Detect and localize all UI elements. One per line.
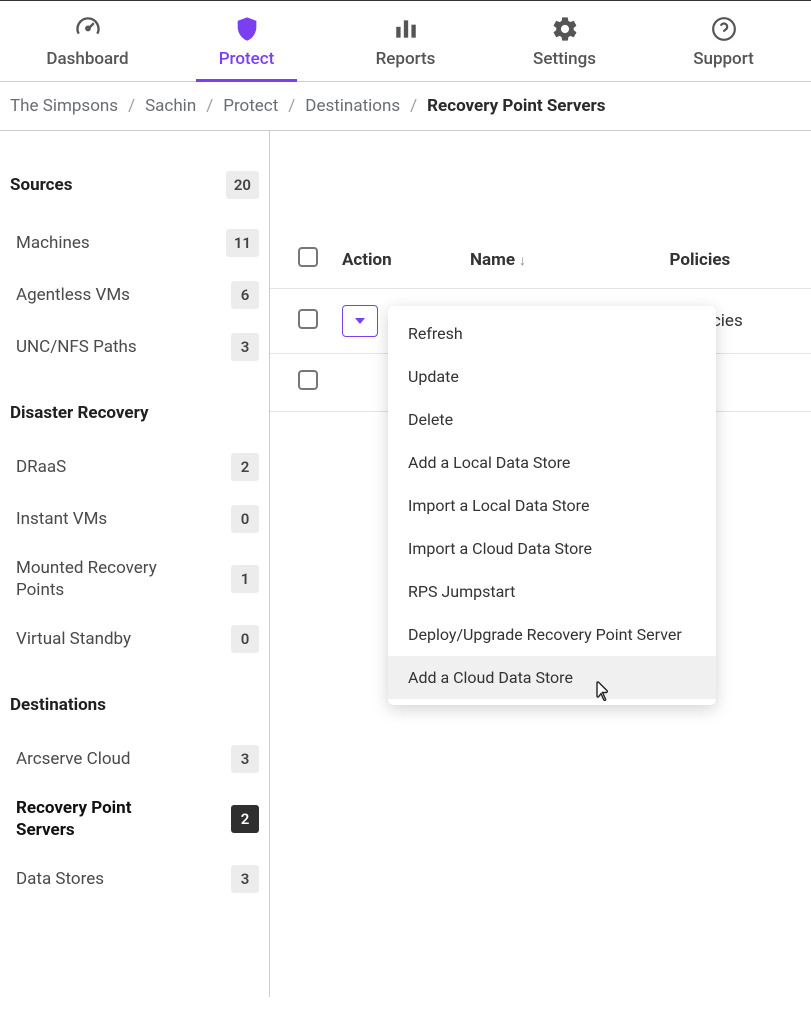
breadcrumb-item[interactable]: Protect (223, 96, 278, 116)
sidebar-item-machines[interactable]: Machines 11 (10, 217, 259, 269)
sidebar-item-label: Machines (16, 232, 90, 254)
count-badge: 11 (226, 229, 259, 257)
tab-label: Support (693, 49, 754, 69)
menu-deploy-upgrade-rps[interactable]: Deploy/Upgrade Recovery Point Server (388, 613, 716, 656)
menu-delete[interactable]: Delete (388, 398, 716, 441)
count-badge: 1 (231, 565, 259, 593)
count-badge: 20 (226, 171, 259, 199)
breadcrumb-item[interactable]: The Simpsons (10, 96, 118, 116)
sidebar-section-title: Destinations (10, 695, 106, 715)
menu-add-local-data-store[interactable]: Add a Local Data Store (388, 441, 716, 484)
breadcrumb-sep: / (288, 96, 295, 116)
breadcrumb-sep: / (410, 96, 417, 116)
tab-label: Reports (376, 49, 436, 69)
shield-icon (233, 15, 261, 43)
row-checkbox[interactable] (298, 309, 318, 329)
row-action-menu: Refresh Update Delete Add a Local Data S… (388, 306, 716, 705)
tab-protect[interactable]: Protect (167, 1, 326, 81)
tab-label: Dashboard (46, 49, 128, 69)
breadcrumb-item[interactable]: Destinations (305, 96, 400, 116)
sidebar-item-label: Instant VMs (16, 508, 107, 530)
tab-support[interactable]: Support (644, 1, 803, 81)
main-area: Action Name↓ Policies 10.55.13.194 (270, 131, 811, 997)
sidebar-item-unc-nfs-paths[interactable]: UNC/NFS Paths 3 (10, 321, 259, 373)
menu-add-cloud-data-store[interactable]: Add a Cloud Data Store (388, 656, 716, 699)
sidebar-item-label: Virtual Standby (16, 628, 131, 650)
breadcrumb-current: Recovery Point Servers (427, 96, 605, 116)
sidebar-item-label: DRaaS (16, 456, 66, 478)
count-badge: 2 (231, 805, 259, 833)
sidebar-item-label: UNC/NFS Paths (16, 336, 137, 358)
sidebar-item-agentless-vms[interactable]: Agentless VMs 6 (10, 269, 259, 321)
sidebar-item-draas[interactable]: DRaaS 2 (10, 441, 259, 493)
sidebar-item-instant-vms[interactable]: Instant VMs 0 (10, 493, 259, 545)
column-header-policies: Policies (658, 231, 811, 289)
breadcrumb-sep: / (206, 96, 213, 116)
menu-update[interactable]: Update (388, 355, 716, 398)
sidebar-item-mounted-recovery-points[interactable]: Mounted Recovery Points 1 (10, 545, 259, 613)
count-badge: 0 (231, 505, 259, 533)
column-header-name[interactable]: Name↓ (450, 231, 658, 289)
sidebar-section-title: Sources (10, 175, 72, 195)
sidebar: Sources 20 Machines 11 Agentless VMs 6 U… (0, 131, 270, 997)
sidebar-item-arcserve-cloud[interactable]: Arcserve Cloud 3 (10, 733, 259, 785)
count-badge: 3 (231, 745, 259, 773)
sidebar-item-label: Agentless VMs (16, 284, 130, 306)
tab-label: Protect (219, 49, 275, 69)
tab-settings[interactable]: Settings (485, 1, 644, 81)
select-all-checkbox[interactable] (298, 247, 318, 267)
row-action-dropdown-button[interactable] (342, 305, 378, 337)
sidebar-item-label: Recovery Point Servers (16, 797, 186, 841)
sidebar-item-label: Mounted Recovery Points (16, 557, 186, 601)
row-checkbox[interactable] (298, 370, 318, 390)
count-badge: 6 (231, 281, 259, 309)
count-badge: 3 (231, 333, 259, 361)
top-tab-bar: Dashboard Protect Reports Settings Suppo… (0, 1, 811, 82)
sidebar-section-title: Disaster Recovery (10, 403, 149, 423)
tab-dashboard[interactable]: Dashboard (8, 1, 167, 81)
sort-down-icon: ↓ (519, 253, 526, 269)
caret-down-icon (355, 318, 365, 324)
menu-import-cloud-data-store[interactable]: Import a Cloud Data Store (388, 527, 716, 570)
sidebar-item-label: Data Stores (16, 868, 104, 890)
tab-label: Settings (533, 49, 596, 69)
bars-icon (392, 15, 420, 43)
gear-icon (551, 15, 579, 43)
count-badge: 0 (231, 625, 259, 653)
sidebar-item-data-stores[interactable]: Data Stores 3 (10, 853, 259, 905)
column-header-name-label: Name (470, 250, 515, 270)
breadcrumb-sep: / (128, 96, 135, 116)
menu-import-local-data-store[interactable]: Import a Local Data Store (388, 484, 716, 527)
count-badge: 3 (231, 865, 259, 893)
breadcrumb: The Simpsons / Sachin / Protect / Destin… (0, 82, 811, 131)
menu-refresh[interactable]: Refresh (388, 312, 716, 355)
sidebar-item-virtual-standby[interactable]: Virtual Standby 0 (10, 613, 259, 665)
tab-reports[interactable]: Reports (326, 1, 485, 81)
gauge-icon (74, 15, 102, 43)
sidebar-item-label: Arcserve Cloud (16, 748, 131, 770)
sidebar-item-recovery-point-servers[interactable]: Recovery Point Servers 2 (10, 785, 259, 853)
help-icon (710, 15, 738, 43)
menu-rps-jumpstart[interactable]: RPS Jumpstart (388, 570, 716, 613)
count-badge: 2 (231, 453, 259, 481)
column-header-action: Action (330, 231, 450, 289)
breadcrumb-item[interactable]: Sachin (145, 96, 196, 116)
